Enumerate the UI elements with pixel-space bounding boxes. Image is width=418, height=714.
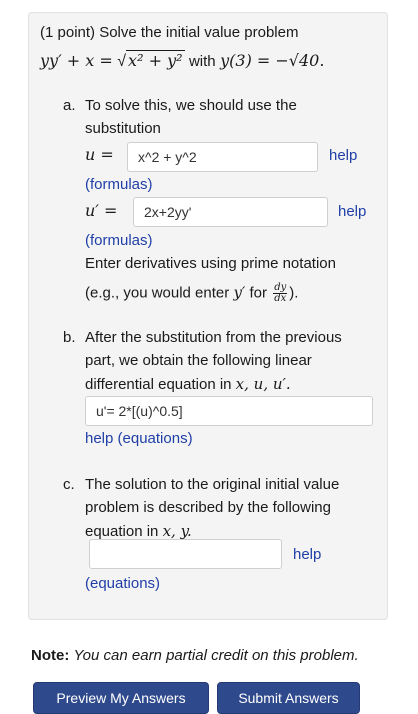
part-b-line3: differential equation in x, u, u′. [85,375,291,394]
part-b-help-link[interactable]: help (equations) [85,430,193,448]
submit-answers-button[interactable]: Submit Answers [217,682,360,714]
eg-text: (e.g., you would enter [85,284,230,302]
help-link-u[interactable]: help [329,147,357,164]
points-label: (1 point) [40,24,96,41]
part-a-text-line1: To solve this, we should use the [85,97,297,114]
with-text: with [188,53,216,70]
problem-intro: Solve the initial value problem [99,24,299,41]
help-link-uprime[interactable]: help [338,203,366,220]
u-input[interactable] [127,142,318,172]
dy-dx-fraction: dy dx [273,283,288,304]
initial-condition: y(3) = −√40. [220,51,325,70]
partial-credit-note: Note: You can earn partial credit on thi… [31,647,359,664]
eg-yprime: y′ [233,283,246,302]
part-c-vars: x, y. [162,522,192,540]
equation-sqrt: √ x² + y² [117,50,185,70]
u-label: u = [85,145,114,164]
equation-lhs: yy′ + x = [40,51,113,70]
part-b-line1: After the substitution from the previous [85,329,342,346]
problem-statement: (1 point) Solve the initial value proble… [40,24,298,42]
eg-close: ). [289,284,299,302]
part-b-line3-text: differential equation in [85,376,232,393]
problem-equation: yy′ + x = √ x² + y² with y(3) = −√40. [40,50,325,71]
part-a-text-line2: substitution [85,120,161,137]
formulas-link-uprime[interactable]: (formulas) [85,232,153,250]
eg-for: for [249,284,268,302]
uprime-input[interactable] [133,197,328,227]
part-b-input[interactable] [85,396,373,426]
part-c-help-link[interactable]: help [293,546,321,563]
note-bold: Note: [31,647,70,664]
part-b-letter: b. [63,329,76,346]
part-c-line1: The solution to the original initial val… [85,476,340,493]
part-c-letter: c. [63,476,75,493]
part-c-line2: problem is described by the following [85,499,331,516]
note-text: You can earn partial credit on this prob… [73,647,359,664]
part-a-letter: a. [63,97,76,114]
uprime-label: u′ = [85,201,118,220]
frac-denominator: dx [274,293,287,304]
formulas-link-u[interactable]: (formulas) [85,176,153,194]
preview-answers-button[interactable]: Preview My Answers [33,682,209,714]
part-b-vars: x, u, u′. [235,375,291,393]
part-b-line2: part, we obtain the following linear [85,352,312,369]
example-note: (e.g., you would enter y′ for dy dx ). [85,283,298,304]
derivative-note: Enter derivatives using prime notation [85,255,336,272]
part-c-equations-link[interactable]: (equations) [85,575,160,593]
equation-radicand: x² + y² [126,50,185,70]
part-c-line3-text: equation in [85,523,159,540]
part-c-input[interactable] [89,539,282,569]
